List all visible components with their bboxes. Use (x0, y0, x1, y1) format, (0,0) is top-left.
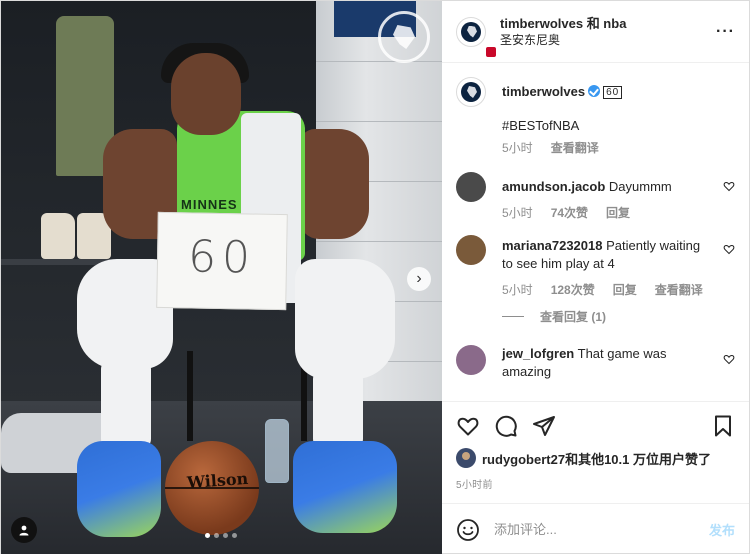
post-modal: MINNES 60 Wilson › timberwolves 和 nba 圣安… (0, 0, 750, 554)
more-horizontal-icon: ··· (716, 23, 735, 40)
comment-composer: 发布 (442, 503, 749, 554)
comment-username[interactable]: amundson.jacob (502, 179, 605, 194)
comment-item: amundson.jacob Dayummm 5小时 74次赞 回复 (456, 172, 735, 221)
author-avatar[interactable] (456, 16, 497, 58)
player-shoe (293, 441, 397, 533)
post-comment-button[interactable]: 发布 (709, 520, 735, 539)
view-replies-label: 查看回复 (1) (540, 310, 607, 324)
comments-list[interactable]: timberwolves 60 #BESTofNBA 5小时 查看翻译 amund… (442, 63, 749, 401)
timberwolves-logo-watermark (378, 11, 430, 63)
locker-shoe (41, 213, 75, 259)
jersey-lettering: MINNES (181, 197, 238, 212)
comment-username[interactable]: jew_lofgren (502, 346, 574, 361)
collab-avatar (485, 45, 497, 58)
sign-number: 60 (187, 231, 257, 284)
next-photo-button[interactable]: › (407, 267, 431, 291)
author-names[interactable]: timberwolves 和 nba (500, 15, 626, 32)
post-header: timberwolves 和 nba 圣安东尼奥 ··· (442, 1, 749, 63)
post-photo[interactable]: MINNES 60 Wilson › (1, 1, 442, 554)
see-translation-button[interactable]: 查看翻译 (551, 139, 599, 156)
reply-button[interactable]: 回复 (613, 281, 637, 298)
comment-item: jew_lofgren That game was amazing (456, 345, 735, 381)
heart-icon[interactable] (723, 353, 735, 365)
player-head (171, 53, 241, 135)
chevron-right-icon: › (416, 270, 422, 287)
comment-icon[interactable] (494, 414, 518, 438)
liker-username[interactable]: rudygobert27 (482, 452, 565, 467)
handwritten-sign: 60 (156, 211, 288, 311)
player-shin (101, 359, 151, 449)
player-shoe (77, 441, 161, 537)
emoji-icon[interactable] (456, 518, 480, 542)
comment-time: 5小时 (502, 283, 533, 297)
carousel-dot (205, 533, 210, 538)
comment-text: Dayummm (608, 179, 672, 194)
carousel-dot (232, 533, 237, 538)
caption-username[interactable]: timberwolves (502, 84, 585, 99)
tagged-users-button[interactable] (11, 517, 37, 543)
author-avatar[interactable] (456, 77, 486, 107)
player-leg (295, 259, 395, 379)
verified-icon (588, 85, 601, 97)
caption: timberwolves 60 #BESTofNBA 5小时 查看翻译 (456, 77, 735, 156)
carousel-dot (223, 533, 228, 538)
post-side-panel: timberwolves 和 nba 圣安东尼奥 ··· timberwolve… (442, 1, 749, 554)
profile-badge: 60 (603, 86, 623, 99)
player-arm (299, 129, 369, 239)
commenter-avatar[interactable] (456, 235, 486, 265)
likes-summary: rudygobert27和其他10.1 万位用户赞了 (456, 448, 735, 468)
commenter-avatar[interactable] (456, 345, 486, 375)
user-icon (19, 525, 29, 536)
bookmark-icon[interactable] (711, 414, 735, 438)
carousel-indicator (205, 533, 237, 538)
comment-likes[interactable]: 128次赞 (551, 281, 595, 298)
likes-count[interactable]: 和其他10.1 万位用户赞了 (565, 452, 711, 467)
commenter-avatar[interactable] (456, 172, 486, 202)
see-translation-button[interactable]: 查看翻译 (655, 281, 703, 298)
view-replies-button[interactable]: 查看回复 (1) (502, 308, 735, 325)
caption-text[interactable]: #BESTofNBA (502, 117, 713, 135)
carousel-dot (214, 533, 219, 538)
location-link[interactable]: 圣安东尼奥 (500, 32, 626, 49)
liker-avatar[interactable] (456, 448, 476, 468)
water-bottle (265, 419, 289, 483)
comment-username[interactable]: mariana7232018 (502, 238, 602, 253)
comment-time: 5小时 (502, 206, 533, 220)
comment-item: mariana7232018 Patiently waiting to see … (456, 235, 735, 298)
caption-time: 5小时 (502, 141, 533, 155)
heart-icon[interactable] (723, 243, 735, 255)
heart-icon[interactable] (723, 180, 735, 192)
comment-input[interactable] (494, 522, 709, 537)
basketball: Wilson (165, 441, 259, 535)
more-options-button[interactable]: ··· (716, 23, 735, 41)
reply-button[interactable]: 回复 (606, 204, 630, 221)
comment-likes[interactable]: 74次赞 (551, 204, 588, 221)
post-timestamp: 5小时前 (456, 480, 493, 491)
chair-leg (187, 351, 193, 441)
player-shin (313, 369, 363, 449)
paper-plane-icon[interactable] (532, 414, 556, 438)
heart-icon[interactable] (456, 414, 480, 438)
